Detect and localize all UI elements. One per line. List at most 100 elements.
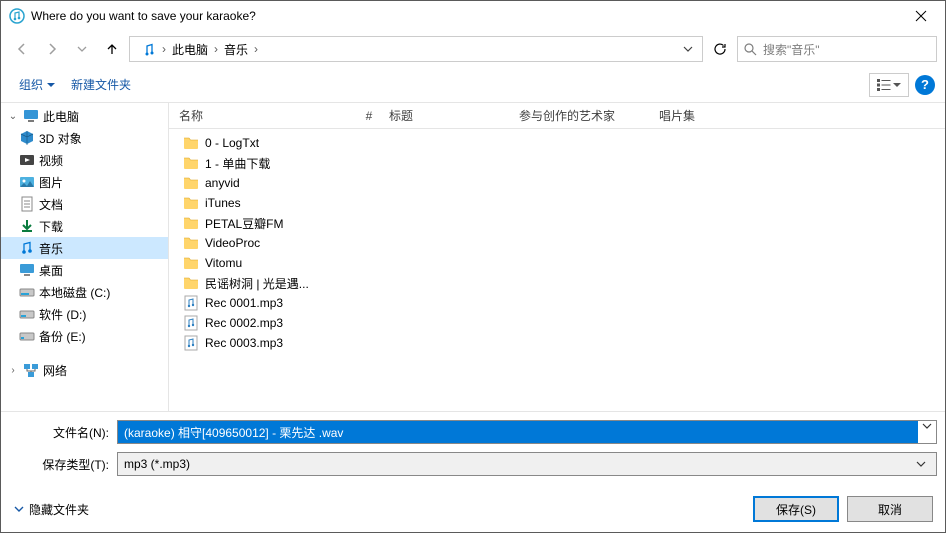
sidebar-item-disk-c[interactable]: 本地磁盘 (C:)	[1, 281, 168, 303]
folder-icon	[183, 155, 199, 171]
sidebar-item-label: 桌面	[39, 262, 63, 279]
file-name: Rec 0001.mp3	[205, 296, 283, 310]
file-name: Rec 0003.mp3	[205, 336, 283, 350]
sidebar-item-music[interactable]: 音乐	[1, 237, 168, 259]
column-album[interactable]: 唱片集	[649, 107, 749, 124]
desktop-icon	[19, 262, 35, 278]
save-button[interactable]: 保存(S)	[753, 496, 839, 522]
file-list[interactable]: 0 - LogTxt 1 - 单曲下载 anyvid iTunes PETAL豆瓣FM V…	[169, 129, 945, 411]
sidebar-item-label: 音乐	[39, 240, 63, 257]
organize-menu[interactable]: 组织	[11, 72, 63, 97]
filename-dropdown[interactable]	[918, 421, 936, 443]
breadcrumb-pc[interactable]: 此电脑	[166, 39, 214, 60]
app-icon	[9, 8, 25, 24]
breadcrumb-root[interactable]	[136, 40, 162, 58]
list-item[interactable]: anyvid	[169, 173, 945, 193]
sidebar-item-label: 软件 (D:)	[39, 306, 86, 323]
sidebar-item-pictures[interactable]: 图片	[1, 171, 168, 193]
address-dropdown[interactable]	[674, 37, 702, 61]
filename-label: 文件名(N):	[9, 424, 117, 441]
sidebar-item-documents[interactable]: 文档	[1, 193, 168, 215]
folder-icon	[183, 255, 199, 271]
filetype-value: mp3 (*.mp3)	[124, 457, 912, 471]
file-name: VideoProc	[205, 236, 260, 250]
column-name[interactable]: 名称	[169, 107, 349, 124]
video-icon	[19, 152, 35, 168]
sidebar-item-label: 此电脑	[43, 108, 79, 125]
list-item[interactable]: 1 - 单曲下载	[169, 153, 945, 173]
sidebar-item-3d-objects[interactable]: 3D 对象	[1, 127, 168, 149]
downloads-icon	[19, 218, 35, 234]
audio-file-icon	[183, 295, 199, 311]
recent-dropdown[interactable]	[69, 37, 95, 61]
sidebar-item-disk-d[interactable]: 软件 (D:)	[1, 303, 168, 325]
folder-icon	[183, 235, 199, 251]
chevron-down-icon	[13, 503, 25, 515]
filetype-select[interactable]: mp3 (*.mp3)	[117, 452, 937, 476]
audio-file-icon	[183, 315, 199, 331]
list-item[interactable]: VideoProc	[169, 233, 945, 253]
column-artist[interactable]: 参与创作的艺术家	[509, 107, 649, 124]
sidebar-item-disk-e[interactable]: 备份 (E:)	[1, 325, 168, 347]
filetype-dropdown[interactable]	[912, 459, 930, 469]
sidebar-item-label: 图片	[39, 174, 63, 191]
file-name: Rec 0002.mp3	[205, 316, 283, 330]
pictures-icon	[19, 174, 35, 190]
folder-icon	[183, 195, 199, 211]
breadcrumb-music[interactable]: 音乐	[218, 39, 254, 60]
sidebar-item-label: 网络	[43, 362, 67, 379]
list-item[interactable]: 0 - LogTxt	[169, 133, 945, 153]
list-item[interactable]: Vitomu	[169, 253, 945, 273]
drive-icon	[19, 284, 35, 300]
file-name: PETAL豆瓣FM	[205, 215, 283, 232]
column-title[interactable]: 标题	[379, 107, 509, 124]
documents-icon	[19, 196, 35, 212]
search-icon	[744, 43, 757, 56]
file-name: Vitomu	[205, 256, 242, 270]
chevron-down-icon[interactable]: ⌄	[7, 111, 19, 122]
list-item[interactable]: Rec 0003.mp3	[169, 333, 945, 353]
file-name: iTunes	[205, 196, 241, 210]
view-button[interactable]	[869, 73, 909, 97]
close-button[interactable]	[901, 1, 941, 31]
up-button[interactable]	[99, 37, 125, 61]
file-name: 1 - 单曲下载	[205, 155, 270, 172]
chevron-right-icon[interactable]: ›	[7, 365, 19, 376]
audio-file-icon	[183, 335, 199, 351]
sidebar-item-videos[interactable]: 视频	[1, 149, 168, 171]
hide-folders-button[interactable]: 隐藏文件夹	[13, 501, 89, 518]
list-item[interactable]: iTunes	[169, 193, 945, 213]
filename-input[interactable]	[118, 421, 918, 443]
help-button[interactable]: ?	[915, 75, 935, 95]
cube-icon	[19, 130, 35, 146]
filename-input-wrap[interactable]	[117, 420, 937, 444]
forward-button[interactable]	[39, 37, 65, 61]
sidebar-item-desktop[interactable]: 桌面	[1, 259, 168, 281]
sidebar-item-downloads[interactable]: 下载	[1, 215, 168, 237]
sidebar-item-network[interactable]: › 网络	[1, 359, 168, 381]
folder-icon	[183, 275, 199, 291]
sidebar-item-this-pc[interactable]: ⌄ 此电脑	[1, 105, 168, 127]
chevron-right-icon: ›	[254, 42, 258, 56]
folder-icon	[183, 135, 199, 151]
file-name: anyvid	[205, 176, 240, 190]
search-input[interactable]: 搜索"音乐"	[737, 36, 937, 62]
sidebar: ⌄ 此电脑 3D 对象 视频 图片 文档 下载 音乐 桌面 本地磁盘 (C:) …	[1, 103, 169, 411]
new-folder-button[interactable]: 新建文件夹	[63, 72, 139, 97]
cancel-button[interactable]: 取消	[847, 496, 933, 522]
back-button[interactable]	[9, 37, 35, 61]
file-name: 0 - LogTxt	[205, 136, 259, 150]
list-item[interactable]: PETAL豆瓣FM	[169, 213, 945, 233]
folder-icon	[183, 215, 199, 231]
music-icon	[19, 240, 35, 256]
drive-icon	[19, 306, 35, 322]
list-item[interactable]: Rec 0001.mp3	[169, 293, 945, 313]
column-tracknum[interactable]: #	[349, 109, 379, 123]
refresh-button[interactable]	[707, 37, 733, 61]
search-placeholder: 搜索"音乐"	[763, 41, 820, 58]
list-item[interactable]: 民谣树洞 | 光是遇...	[169, 273, 945, 293]
address-bar[interactable]: › 此电脑 › 音乐 ›	[129, 36, 703, 62]
column-headers[interactable]: 名称 # 标题 参与创作的艺术家 唱片集	[169, 103, 945, 129]
network-icon	[23, 362, 39, 378]
list-item[interactable]: Rec 0002.mp3	[169, 313, 945, 333]
